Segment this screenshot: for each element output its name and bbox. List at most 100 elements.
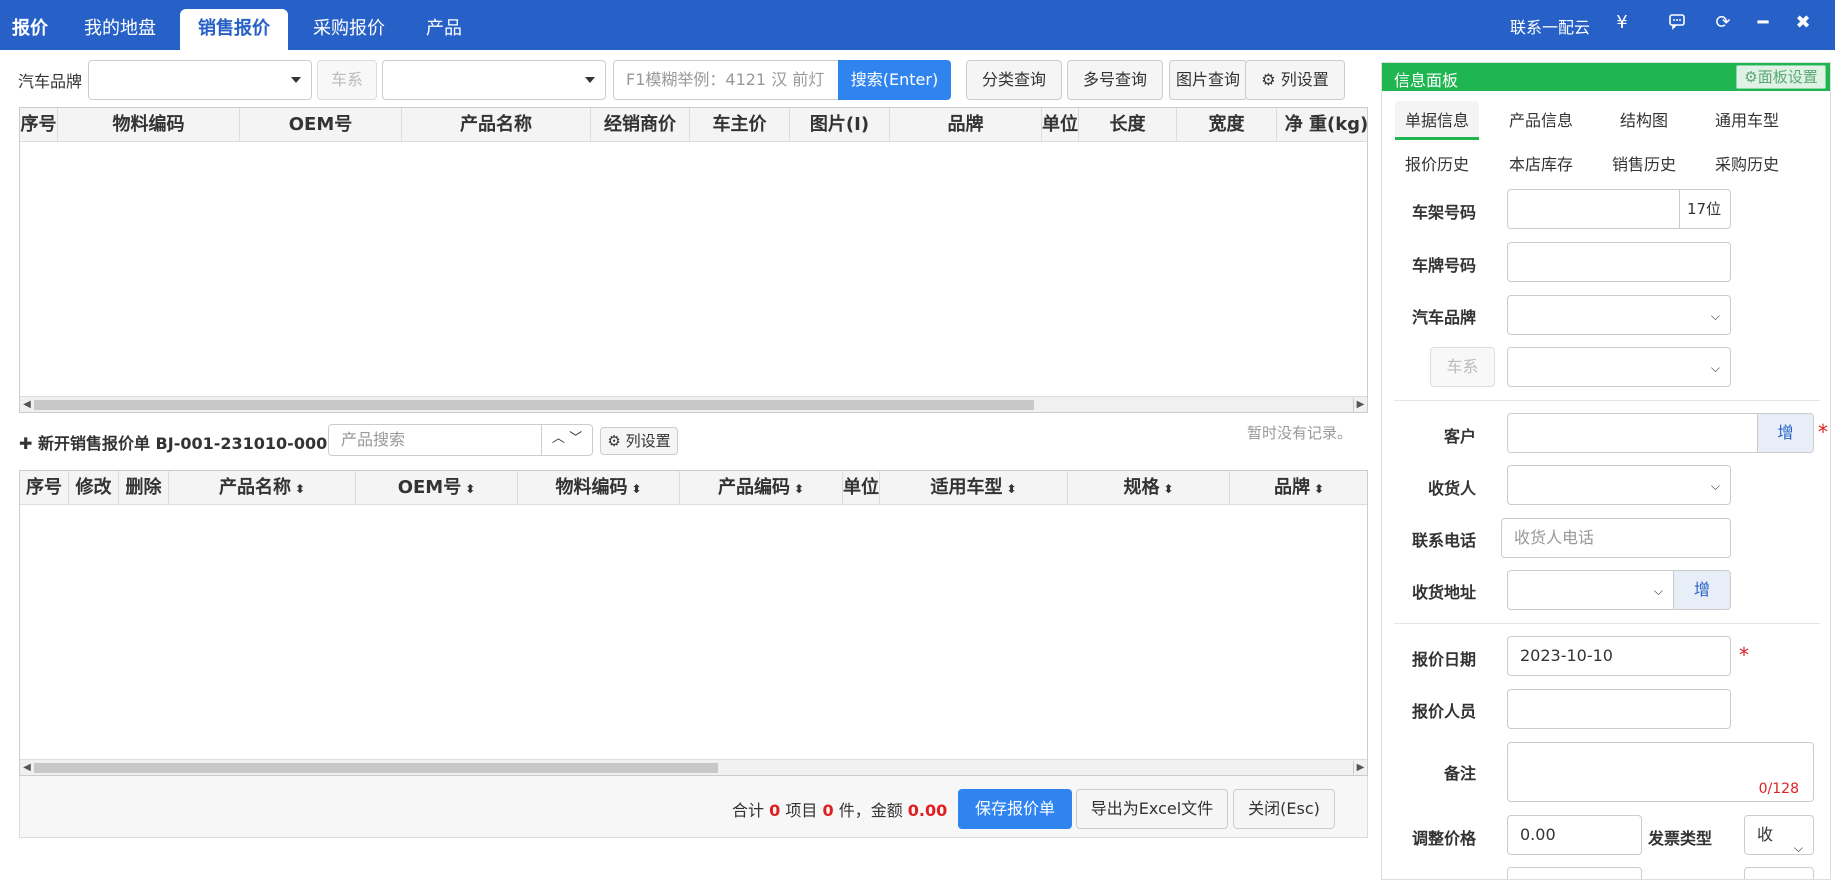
scroll-right-icon[interactable]: ▶	[1353, 398, 1367, 412]
search-button[interactable]: 搜索(Enter)	[838, 60, 951, 100]
tab-sales-quote[interactable]: 销售报价	[180, 9, 288, 50]
col-oem[interactable]: OEM号	[240, 108, 402, 142]
scroll-right-icon[interactable]: ▶	[1353, 761, 1367, 775]
items-label: 项目	[785, 801, 818, 820]
col-oem[interactable]: OEM号 ⬍	[356, 471, 518, 505]
order-horizontal-scrollbar[interactable]: ◀ ▶	[20, 759, 1367, 775]
add-customer-button[interactable]: 增	[1757, 413, 1814, 453]
extra-field-input[interactable]	[1507, 867, 1642, 879]
search-stepper[interactable]: ︿ ﹀	[541, 424, 593, 456]
invoice-type-label: 发票类型	[1647, 829, 1712, 848]
export-excel-button[interactable]: 导出为Excel文件	[1076, 789, 1228, 829]
panel-settings-button[interactable]: ⚙面板设置	[1736, 65, 1826, 89]
consignee-select[interactable]: ⌵	[1507, 465, 1731, 505]
contact-link[interactable]: 联系一配云	[1510, 14, 1590, 38]
panel-series-select[interactable]: ⌵	[1507, 347, 1731, 387]
yen-icon[interactable]: ¥	[1611, 12, 1633, 34]
col-index[interactable]: 序号	[20, 108, 58, 142]
phone-input[interactable]: 收货人电话	[1501, 518, 1731, 558]
caret-down-icon	[291, 77, 301, 83]
required-marker: *	[1739, 643, 1749, 667]
panel-series-button[interactable]: 车系	[1430, 347, 1495, 387]
horizontal-scrollbar[interactable]: ◀ ▶	[20, 396, 1367, 412]
order-footer: 合计 0 项目 0 件，金额 0.00 保存报价单 导出为Excel文件 关闭(…	[19, 776, 1368, 838]
chevron-down-icon[interactable]: ﹀	[569, 431, 582, 446]
chevron-up-icon[interactable]: ︿	[552, 431, 565, 446]
tab-document-info[interactable]: 单据信息	[1395, 101, 1480, 140]
col-product-code[interactable]: 产品编码 ⬍	[680, 471, 843, 505]
col-owner-price[interactable]: 车主价	[690, 108, 790, 142]
col-material-code[interactable]: 物料编码	[58, 108, 240, 142]
app-brand: 报价	[12, 18, 48, 39]
sort-icon[interactable]: ⬍	[631, 482, 641, 496]
series-button[interactable]: 车系	[317, 60, 377, 100]
order-column-settings-button[interactable]: ⚙ 列设置	[600, 427, 678, 455]
quote-date-input[interactable]: 2023-10-10	[1507, 636, 1731, 676]
scroll-thumb[interactable]	[34, 763, 718, 773]
col-product-name[interactable]: 产品名称 ⬍	[169, 471, 356, 505]
tab-quote-history[interactable]: 报价历史	[1405, 151, 1469, 175]
col-unit[interactable]: 单位	[843, 471, 880, 505]
scroll-thumb[interactable]	[34, 400, 1034, 410]
message-icon[interactable]	[1666, 12, 1688, 34]
quote-staff-input[interactable]	[1507, 689, 1731, 729]
invoice-type-select[interactable]: 收 ⌵	[1744, 815, 1814, 855]
series-select[interactable]	[382, 60, 606, 100]
col-unit[interactable]: 单位	[1042, 108, 1079, 142]
tab-purchase-quote[interactable]: 采购报价	[313, 14, 385, 40]
tab-purchase-history[interactable]: 采购历史	[1715, 151, 1779, 175]
tab-product[interactable]: 产品	[426, 14, 462, 40]
col-delete[interactable]: 删除	[119, 471, 169, 505]
col-brand[interactable]: 品牌	[890, 108, 1042, 142]
col-dealer-price[interactable]: 经销商价	[591, 108, 690, 142]
vin-input[interactable]	[1507, 189, 1680, 229]
sort-icon[interactable]: ⬍	[465, 482, 475, 496]
add-address-button[interactable]: 增	[1673, 570, 1731, 610]
sort-icon[interactable]: ⬍	[1163, 482, 1173, 496]
close-button[interactable]: 关闭(Esc)	[1233, 789, 1335, 829]
col-index[interactable]: 序号	[20, 471, 69, 505]
minimize-icon[interactable]: ━	[1752, 12, 1774, 34]
search-input[interactable]: F1模糊举例：4121 汉 前灯	[613, 60, 839, 100]
scroll-left-icon[interactable]: ◀	[20, 761, 34, 775]
quote-date-label: 报价日期	[1411, 650, 1476, 669]
panel-brand-select[interactable]: ⌵	[1507, 295, 1731, 335]
col-label: OEM号	[397, 477, 462, 498]
close-icon[interactable]: ✖	[1792, 12, 1814, 34]
customer-input[interactable]	[1507, 413, 1758, 453]
col-length[interactable]: 长度	[1079, 108, 1177, 142]
col-width[interactable]: 宽度	[1177, 108, 1277, 142]
sort-icon[interactable]: ⬍	[295, 482, 305, 496]
sort-icon[interactable]: ⬍	[1314, 482, 1324, 496]
column-settings-button[interactable]: ⚙ 列设置	[1245, 60, 1345, 100]
tab-structure[interactable]: 结构图	[1620, 107, 1668, 131]
plate-input[interactable]	[1507, 242, 1731, 282]
col-image[interactable]: 图片(I)	[790, 108, 890, 142]
tab-sales-history[interactable]: 销售历史	[1612, 151, 1676, 175]
sort-icon[interactable]: ⬍	[794, 482, 804, 496]
category-query-button[interactable]: 分类查询	[966, 60, 1062, 100]
sort-icon[interactable]: ⬍	[1006, 482, 1016, 496]
panel-settings-label: 面板设置	[1757, 68, 1818, 86]
image-query-button[interactable]: 图片查询	[1169, 60, 1247, 100]
col-material-code[interactable]: 物料编码 ⬍	[518, 471, 680, 505]
col-vehicle[interactable]: 适用车型 ⬍	[880, 471, 1068, 505]
tab-my-site[interactable]: 我的地盘	[84, 14, 156, 40]
brand-select[interactable]	[88, 60, 312, 100]
remark-textarea[interactable]: 0/128	[1507, 742, 1814, 802]
col-net-weight[interactable]: 净 重(kg)	[1277, 108, 1367, 142]
refresh-icon[interactable]: ⟳	[1712, 12, 1734, 34]
product-search-input[interactable]: 产品搜索	[328, 424, 542, 456]
col-spec[interactable]: 规格 ⬍	[1068, 471, 1230, 505]
extra-select[interactable]	[1744, 867, 1814, 879]
col-product-name[interactable]: 产品名称	[402, 108, 591, 142]
col-edit[interactable]: 修改	[69, 471, 119, 505]
tab-product-info[interactable]: 产品信息	[1509, 107, 1573, 131]
tab-common-vehicle[interactable]: 通用车型	[1715, 107, 1779, 131]
col-brand[interactable]: 品牌 ⬍	[1230, 471, 1367, 505]
multi-number-button[interactable]: 多号查询	[1067, 60, 1163, 100]
address-select[interactable]: ⌵	[1507, 570, 1674, 610]
tab-store-stock[interactable]: 本店库存	[1509, 151, 1573, 175]
scroll-left-icon[interactable]: ◀	[20, 398, 34, 412]
save-quote-button[interactable]: 保存报价单	[958, 789, 1072, 829]
